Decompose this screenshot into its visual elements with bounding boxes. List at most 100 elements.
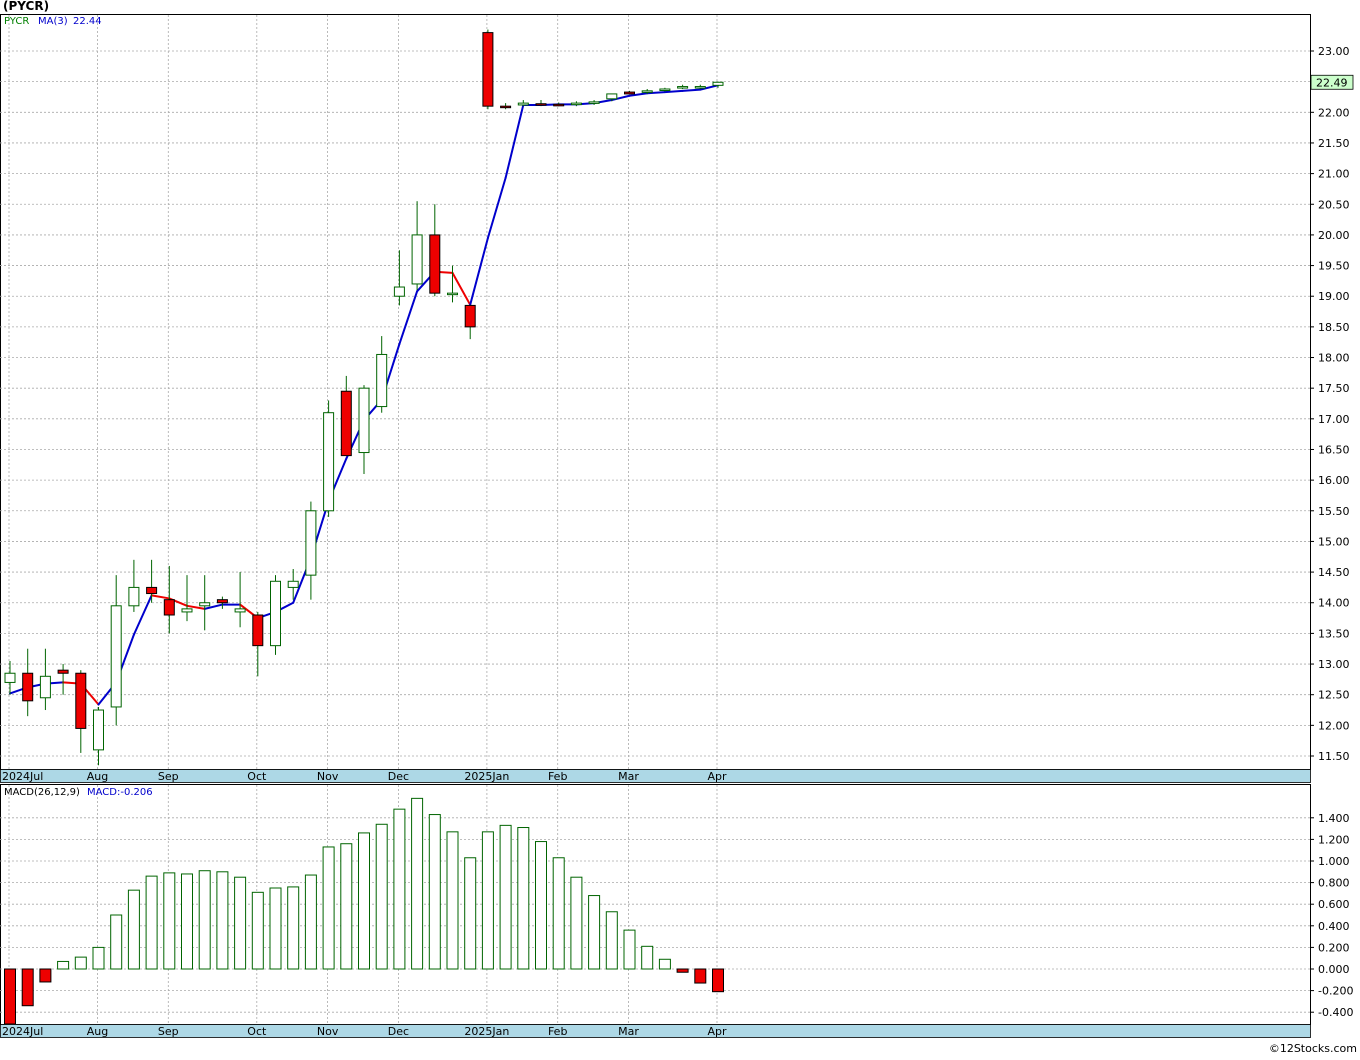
macd-y-tick-label: 1.200 [1318,833,1350,846]
candle-up [110,605,122,708]
macd-y-tick-label: 0.600 [1318,898,1350,911]
price-y-tick-label: 20.50 [1318,198,1350,211]
macd-bar-positive [411,797,424,970]
macd-bar-positive [428,814,441,970]
macd-y-tick-label: -0.200 [1318,985,1353,998]
macd-x-tick-label: 2024Jul [2,1025,43,1038]
price-y-tick-label: 20.00 [1318,229,1350,242]
price-y-tick-label: 13.50 [1318,627,1350,640]
macd-y-axis: 1.400 1.200 1.000 0.800 0.600 0.400 0.200 0.000… [1310,812,1353,1019]
macd-bar-positive [287,886,300,970]
price-y-tick-label: 18.00 [1318,352,1350,365]
macd-bar-positive [446,831,459,970]
macd-bar-positive [658,958,671,970]
chart-stage: (PYCR) 23.0022.5022.0021.5021.0020.5020.… [0,0,1360,1056]
price-x-tick-label: Aug [87,770,108,783]
macd-x-tick-label: Sep [158,1025,179,1038]
price-y-tick-label: 14.00 [1318,597,1350,610]
price-y-tick-label: 13.00 [1318,658,1350,671]
candle-up [234,608,246,613]
price-y-tick-label: 17.50 [1318,382,1350,395]
legend-ma-label: MA(3) [38,16,68,27]
macd-x-axis: 2024Jul Aug Sep Oct Nov Dec 2025Jan Feb Mar Apr [0,1024,1311,1038]
candle-down [216,599,228,604]
price-x-tick-label: Oct [247,770,267,783]
price-x-tick-label: Nov [317,770,339,783]
candle-down [22,672,34,702]
candle-up [305,510,317,576]
macd-bar-positive [588,895,601,970]
candle-down [340,390,352,457]
macd-bar-negative [676,968,689,973]
macd-bar-positive [623,929,636,970]
candle-up [411,234,423,285]
candle-up [677,86,689,89]
price-y-tick-label: 14.50 [1318,566,1350,579]
candle-up [606,93,618,100]
price-y-tick-label: 11.50 [1318,750,1350,763]
candle-up [641,90,653,93]
macd-y-tick-label: 1.400 [1318,812,1350,825]
macd-bar-positive [340,843,353,970]
macd-bar-positive [517,827,530,970]
price-y-tick-label: 16.50 [1318,443,1350,456]
legend-symbol: PYCR [4,16,29,27]
price-y-tick-label: 17.00 [1318,413,1350,426]
candle-up [93,709,104,751]
macd-x-tick-label: Feb [548,1025,567,1038]
candle-up [517,102,529,106]
macd-bar-positive [110,914,123,970]
macd-bar-positive [375,823,388,970]
macd-panel: 1.400 1.200 1.000 0.800 0.600 0.400 0.200 0.000… [0,784,1353,1025]
macd-bar-negative [21,968,34,1007]
price-panel: 23.0022.5022.0021.5021.0020.5020.0019.50… [0,14,1354,770]
candle-up [694,86,706,89]
macd-bar-positive [552,857,565,970]
legend-ma-value: 22.44 [73,16,102,27]
candle-down [57,669,69,674]
candle-up [588,101,600,104]
price-y-tick-label: 16.00 [1318,474,1350,487]
macd-bar-positive [269,887,282,970]
macd-bar-positive [57,960,70,970]
candle-up [323,412,335,512]
candle-up [270,580,281,647]
macd-bar-positive [322,846,335,970]
price-y-tick-label: 19.50 [1318,260,1350,273]
candle-up [287,580,299,588]
candle-up [4,672,16,683]
macd-bar-negative [694,968,707,984]
macd-bar-positive [358,832,370,970]
macd-bar-positive [641,945,654,970]
macd-x-tick-label: Oct [247,1025,267,1038]
candle-up [570,102,582,106]
candle-down [482,32,494,107]
macd-bar-negative [712,968,724,993]
candle-down [553,103,565,107]
price-y-tick-label: 12.50 [1318,689,1350,702]
candle-down [146,586,158,595]
price-y-tick-label: 22.00 [1318,106,1350,119]
candle-up [181,608,193,613]
macd-y-tick-label: -0.400 [1318,1006,1353,1019]
price-y-tick-label: 19.00 [1318,290,1350,303]
macd-bar-positive [181,873,193,970]
price-plot-area [0,14,1311,770]
macd-bar-positive [251,891,264,970]
macd-bar-positive [393,808,406,970]
macd-bar-positive [304,874,317,970]
macd-bar-positive [163,872,176,970]
candle-down [252,614,264,647]
chart-title: (PYCR) [3,0,49,13]
price-y-tick-label: 23.00 [1318,45,1350,58]
footer-copyright: ©12Stocks.com [1269,1042,1357,1055]
candle-down [75,672,87,729]
price-y-tick-label: 21.50 [1318,137,1350,150]
macd-x-tick-label: Mar [618,1025,639,1038]
price-x-tick-label: Apr [707,770,727,783]
macd-x-tick-label: 2025Jan [464,1025,509,1038]
price-x-tick-label: Feb [548,770,567,783]
price-x-tick-label: 2024Jul [2,770,43,783]
macd-x-tick-label: Aug [87,1025,108,1038]
macd-legend-value: MACD:-0.206 [87,787,153,798]
